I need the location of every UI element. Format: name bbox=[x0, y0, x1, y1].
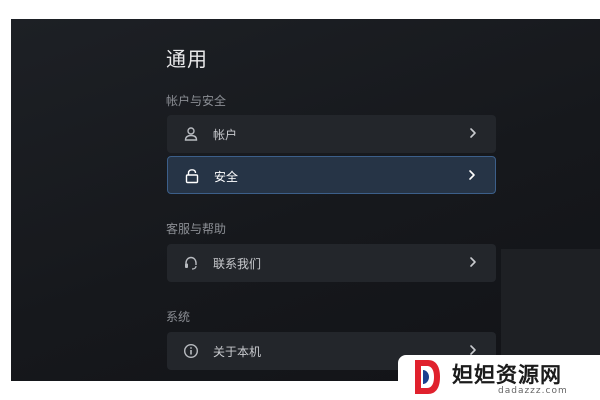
watermark-logo-icon bbox=[415, 360, 440, 394]
section-header-support-help: 客服与帮助 bbox=[166, 222, 227, 236]
settings-item-label: 安全 bbox=[214, 170, 239, 184]
section-header-account-security: 帐户与安全 bbox=[166, 94, 227, 108]
chevron-right-icon bbox=[470, 257, 476, 267]
settings-item-security[interactable]: 安全 bbox=[167, 156, 496, 194]
settings-item-label: 关于本机 bbox=[213, 345, 262, 359]
page-title: 通用 bbox=[166, 47, 208, 71]
info-icon bbox=[181, 341, 201, 361]
user-icon bbox=[181, 124, 201, 144]
settings-item-contact-us[interactable]: 联系我们 bbox=[167, 244, 496, 282]
watermark-domain: dadazzz.com bbox=[498, 386, 568, 396]
watermark-name: 妲妲资源网 bbox=[452, 363, 562, 387]
settings-item-label: 联系我们 bbox=[213, 257, 262, 271]
section-header-system: 系统 bbox=[166, 310, 191, 324]
lock-icon bbox=[182, 166, 202, 186]
chevron-right-icon bbox=[470, 128, 476, 138]
chevron-right-icon bbox=[469, 170, 475, 180]
settings-screen: 通用 帐户与安全 帐户 安全 客服与帮助 联系我们 系统 关于本机 bbox=[11, 19, 600, 381]
settings-item-label: 帐户 bbox=[213, 128, 238, 142]
settings-item-account[interactable]: 帐户 bbox=[167, 115, 496, 153]
watermark: 妲妲资源网 dadazzz.com bbox=[398, 355, 600, 400]
headset-icon bbox=[181, 253, 201, 273]
